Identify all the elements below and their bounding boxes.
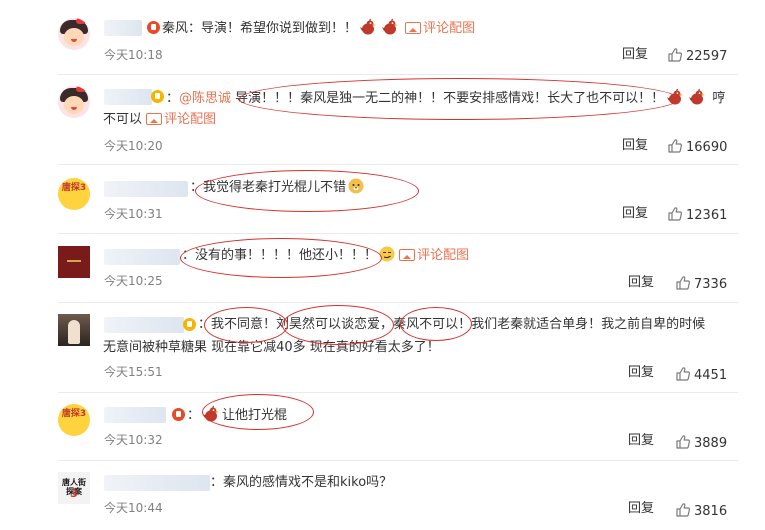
comment-segment: ， [380,317,394,332]
username-redacted[interactable] [104,475,210,491]
user-avatar[interactable]: 唐探3 [58,178,90,210]
comment-body: 让他打光棍 [222,408,288,423]
username-redacted[interactable] [104,89,152,105]
comment-segment: ！我们老秦就适合单身！我之前自卑的时候 [458,317,706,332]
comment-text: ：没有的事！！！！他还小！！！ 评论配图 [182,246,470,263]
thumb-up-icon [675,275,691,291]
thumb-up-icon [667,47,683,63]
comment-time: 今天10:18 [104,48,163,62]
reply-button[interactable]: 回复 [628,365,654,381]
vip-badge-icon [183,318,196,331]
thumb-up-icon [675,434,691,450]
like-count: 7336 [694,277,728,292]
user-avatar[interactable] [58,314,90,346]
like-count: 12361 [686,208,728,223]
reply-button[interactable]: 回复 [628,275,654,291]
smirk-emoji-icon [379,246,395,262]
avatar-badge-text: 唐探3 [61,409,87,419]
comment-divider [58,302,738,303]
like-button[interactable]: 22597 [667,47,727,65]
like-button[interactable]: 7336 [675,275,727,293]
comment-text: ：我不同意！刘昊然可以谈恋爱，秦风不可以！我们老秦就适合单身！我之前自卑的时候 [198,317,706,332]
like-button[interactable]: 3816 [675,502,727,520]
like-button[interactable]: 12361 [667,206,727,224]
user-avatar[interactable] [58,246,90,278]
picture-icon [146,113,163,125]
comment-divider [58,233,738,234]
comment-text: ：我觉得老秦打光棍儿不错 [190,178,364,198]
like-count: 3816 [694,504,728,519]
user-avatar[interactable] [58,86,90,118]
comment-body: 秦风的感情戏不是和kiko吗？ [223,475,393,490]
thumb-up-icon [667,206,683,222]
username-redacted[interactable] [104,317,184,333]
comment-segment: 我不同意！ [211,317,277,332]
username-redacted[interactable] [104,181,188,197]
comment-picture-link[interactable]: 评论配图 [405,21,475,36]
mention-link[interactable]: @陈思诚 [179,91,231,106]
thumb-up-icon [675,502,691,518]
comment-time: 今天10:25 [104,274,163,288]
comment-text: 秦风：导演！希望你说到做到！！ 评论配图 [162,18,475,39]
user-avatar[interactable]: 唐人街探案 3 [58,472,90,504]
comment-segment: 刘昊然可以谈恋爱 [276,317,381,332]
username-redacted[interactable] [104,407,166,423]
thumb-up-icon [675,366,691,382]
comment-body: 没有的事！！！！他还小！！！ [195,248,378,263]
vip-badge-icon [147,21,160,34]
comment-body-tail: 哼 [712,91,726,106]
comment-time: 今天10:20 [104,139,163,153]
comment-segment: 秦风不可以 [393,317,459,332]
like-count: 16690 [686,140,728,155]
thumb-up-icon [667,138,683,154]
username-redacted[interactable] [104,249,180,265]
comment-divider [58,392,738,393]
doge-emoji-icon [348,178,364,194]
like-button[interactable]: 3889 [675,434,727,452]
user-avatar[interactable]: 唐探3 [58,404,90,436]
comment-time: 今天10:32 [104,433,163,447]
picture-icon [399,249,416,261]
comment-text: ：秦风的感情戏不是和kiko吗？ [210,475,393,490]
comment-time: 今天15:51 [104,365,163,379]
comment-text: ：@陈思诚 导演！！！秦风是独一无二的神！！不要安排感情戏！长大了也不可以！！ … [166,88,725,109]
user-avatar[interactable] [58,18,90,50]
comment-divider [58,460,738,461]
comment-divider [58,164,738,165]
comment-picture-link[interactable]: 评论配图 [146,112,216,127]
angry-bird-emoji-icon [359,18,377,36]
comment-body: 导演！！！秦风是独一无二的神！！不要安排感情戏！长大了也不可以！！ [235,91,665,106]
comment-body: 不可以 [103,112,143,127]
reply-button[interactable]: 回复 [622,47,648,63]
angry-bird-emoji-icon [381,18,399,36]
comment-body: 我觉得老秦打光棍儿不错 [203,180,347,195]
angry-bird-emoji-icon [202,405,220,423]
vip-badge-icon [151,90,164,103]
like-button[interactable]: 4451 [675,366,727,384]
comment-time: 今天10:44 [104,501,163,515]
like-count: 3889 [694,436,728,451]
reply-button[interactable]: 回复 [628,501,654,517]
like-count: 22597 [686,49,728,64]
comment-text-line2: 不可以 评论配图 [103,110,216,130]
avatar-badge-text: 唐探3 [61,183,87,193]
username-redacted[interactable] [104,20,142,36]
comment-time: 今天10:31 [104,207,163,221]
comment-picture-link[interactable]: 评论配图 [399,248,469,263]
reply-button[interactable]: 回复 [622,206,648,222]
angry-bird-emoji-icon [666,88,684,106]
avatar-poster-number: 3 [70,487,78,500]
reply-button[interactable]: 回复 [622,138,648,154]
like-button[interactable]: 16690 [667,138,727,156]
reply-button[interactable]: 回复 [628,433,654,449]
comment-text: ：让他打光棍 [187,405,287,426]
comment-text-line2: 无意间被种草糖果 现在靠它减40多 现在真的好看太多了！ [103,340,440,355]
comment-body: 秦风：导演！希望你说到做到！！ [162,21,358,36]
comment-divider [58,74,738,75]
like-count: 4451 [694,368,728,383]
picture-icon [405,22,422,34]
vip-badge-icon [172,408,185,421]
angry-bird-emoji-icon [688,88,706,106]
